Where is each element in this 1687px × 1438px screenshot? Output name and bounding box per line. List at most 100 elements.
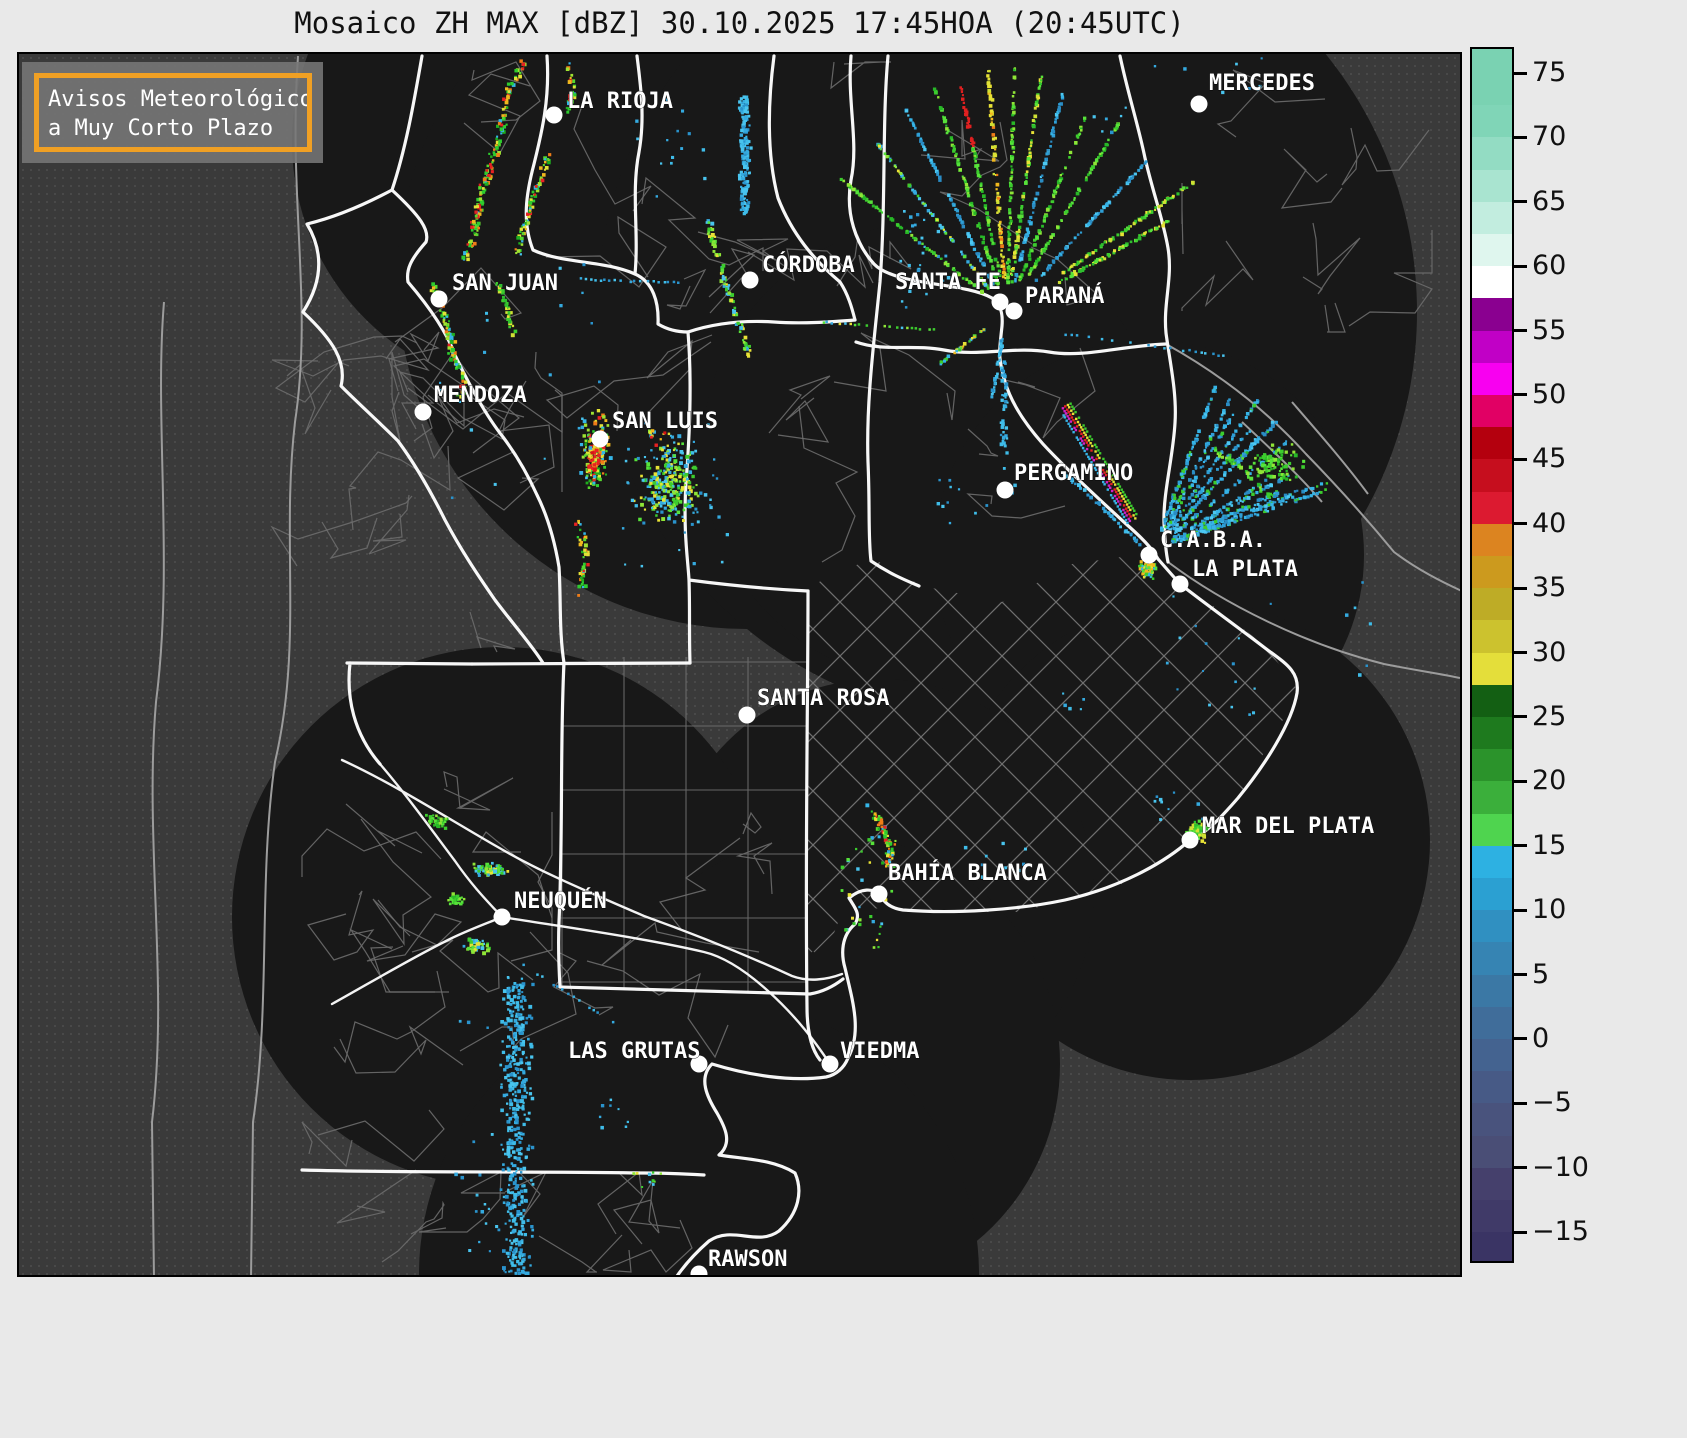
warning-line-1: Avisos Meteorológicos (48, 87, 312, 112)
colorbar-band (1472, 169, 1512, 203)
city-dot (414, 403, 432, 421)
colorbar-tick-label: 70 (1532, 121, 1567, 153)
colorbar-tick-label: 20 (1532, 765, 1567, 797)
city-dot (1190, 95, 1208, 113)
colorbar-tick-mark (1514, 908, 1527, 912)
city-dot (821, 1055, 839, 1073)
colorbar-tick-label: 40 (1532, 507, 1567, 539)
colorbar-band (1472, 73, 1512, 106)
colorbar-tick-label: 0 (1532, 1022, 1550, 1054)
colorbar-tick-mark (1514, 586, 1527, 590)
colorbar-band (1472, 362, 1512, 396)
colorbar (1470, 47, 1514, 1263)
colorbar-tick-mark (1514, 715, 1527, 719)
colorbar-band (1472, 266, 1512, 299)
city-label: NEUQUÉN (514, 888, 607, 914)
city-dot (1005, 302, 1023, 320)
colorbar-band (1472, 813, 1512, 847)
colorbar-band (1472, 1071, 1512, 1104)
colorbar-band (1472, 1006, 1512, 1040)
colorbar-band (1472, 105, 1512, 138)
colorbar-band (1472, 588, 1512, 621)
colorbar-band (1472, 942, 1512, 976)
colorbar-tick-label: 55 (1532, 314, 1567, 346)
colorbar-tick-mark (1514, 200, 1527, 204)
colorbar-tick-mark (1514, 844, 1527, 848)
city-label: CÓRDOBA (762, 252, 855, 278)
page-title: Mosaico ZH MAX [dBZ] 30.10.2025 17:45HOA… (294, 6, 1185, 40)
city-dot (545, 106, 563, 124)
city-label: MENDOZA (434, 383, 527, 408)
colorbar-band (1472, 620, 1512, 654)
colorbar-tick-label: −10 (1532, 1151, 1589, 1183)
city-label: MERCEDES (1209, 71, 1315, 96)
colorbar-band (1472, 201, 1512, 235)
radar-map: MERCEDES LA RIOJA SAN JUAN CÓRDOBA MENDOZA SA… (17, 52, 1462, 1277)
colorbar-band (1472, 716, 1512, 750)
city-label: VIEDMA (840, 1039, 919, 1064)
city-dot (430, 290, 448, 308)
city-label: LAS GRUTAS (568, 1039, 700, 1064)
colorbar-tick-label: 65 (1532, 185, 1567, 217)
chile-border (250, 55, 303, 1275)
colorbar-tick-label: 75 (1532, 57, 1567, 88)
colorbar-band (1472, 459, 1512, 493)
city-label: BAHÍA BLANCA (888, 860, 1047, 886)
colorbar-band (1472, 749, 1512, 782)
colorbar-tick-mark (1514, 71, 1527, 75)
colorbar-tick-mark (1514, 522, 1527, 526)
city-dot (1171, 575, 1189, 593)
city-dot (1140, 546, 1158, 564)
colorbar-tick-mark (1514, 393, 1527, 397)
colorbar-tick-mark (1514, 1230, 1527, 1234)
city-dot (493, 908, 511, 926)
cordoba-south-border (470, 661, 692, 666)
warning-box-frame: Avisos Meteorológicos a Muy Corto Plazo (34, 73, 312, 152)
colorbar-band (1472, 137, 1512, 171)
city-dot (996, 481, 1014, 499)
colorbar-tick-mark (1514, 329, 1527, 333)
colorbar-band (1472, 394, 1512, 428)
colorbar-band (1472, 1167, 1512, 1201)
colorbar-band (1472, 974, 1512, 1008)
chile-coast (151, 301, 165, 1275)
colorbar-band (1472, 1135, 1512, 1169)
city-label: MAR DEL PLATA (1202, 814, 1374, 839)
city-label: C.A.B.A. (1160, 528, 1266, 553)
city-label: SANTA FE (895, 270, 1001, 295)
colorbar-band (1472, 1199, 1512, 1233)
colorbar-band (1472, 1103, 1512, 1137)
colorbar-tick-mark (1514, 779, 1527, 783)
colorbar-tick-label: 30 (1532, 636, 1567, 668)
colorbar-band (1472, 298, 1512, 332)
colorbar-band (1472, 491, 1512, 525)
colorbar-band (1472, 49, 1512, 74)
city-dot (1181, 831, 1199, 849)
colorbar-tick-mark (1514, 651, 1527, 655)
colorbar-band (1472, 427, 1512, 460)
colorbar-tick-mark (1514, 135, 1527, 139)
colorbar-band (1472, 845, 1512, 879)
colorbar-tick-mark (1514, 1037, 1527, 1041)
colorbar-band (1472, 523, 1512, 557)
colorbar-band (1472, 330, 1512, 364)
colorbar-band (1472, 684, 1512, 718)
colorbar-band (1472, 233, 1512, 267)
city-dot (591, 430, 609, 448)
colorbar-tick-mark (1514, 1166, 1527, 1170)
colorbar-tick-label: 60 (1532, 250, 1567, 282)
city-label: LA PLATA (1192, 557, 1298, 582)
colorbar-tick-mark (1514, 1101, 1527, 1105)
city-label: RAWSON (708, 1247, 787, 1272)
colorbar-tick-label: 50 (1532, 378, 1567, 410)
city-label: LA RIOJA (567, 89, 673, 114)
footer: Servicio Meteorológico Nacional Argentin… (0, 1277, 1687, 1438)
city-dot (991, 293, 1009, 311)
colorbar-tick-label: −15 (1532, 1216, 1589, 1248)
colorbar-band (1472, 781, 1512, 815)
city-label: PARANÁ (1025, 283, 1104, 309)
colorbar-band (1472, 1232, 1512, 1261)
colorbar-band (1472, 555, 1512, 589)
city-dot (738, 706, 756, 724)
colorbar-band (1472, 1038, 1512, 1072)
